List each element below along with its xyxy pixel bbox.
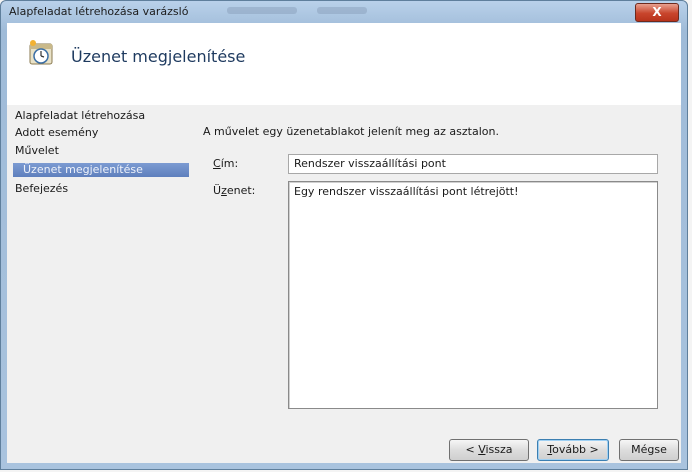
wizard-body: Alapfeladat létrehozása Adott esemény Mű… <box>7 105 681 463</box>
nav-step-display-message: Üzenet megjelenítése <box>13 163 189 177</box>
blurred-background-text <box>317 7 367 14</box>
cancel-button[interactable]: Mégse <box>619 439 679 461</box>
nav-step-finish: Befejezés <box>15 182 69 195</box>
next-button[interactable]: Tovább > <box>537 439 609 461</box>
title-bar[interactable]: Alapfeladat létrehozása varázsló X <box>1 1 687 23</box>
close-button[interactable]: X <box>635 3 679 22</box>
blurred-background-text <box>227 7 297 14</box>
close-icon: X <box>652 5 662 19</box>
message-textarea[interactable]: Egy rendszer visszaállítási pont létrejö… <box>288 181 658 409</box>
nav-step-action: Művelet <box>15 144 59 157</box>
title-input[interactable]: Rendszer visszaállítási pont <box>288 154 658 174</box>
back-button[interactable]: < Vissza <box>449 439 529 461</box>
wizard-window: Alapfeladat létrehozása varázsló X Üzene… <box>0 0 688 470</box>
wizard-header: Üzenet megjelenítése <box>7 23 681 106</box>
nav-step-trigger: Adott esemény <box>15 126 99 139</box>
title-label: Cím: <box>213 157 239 170</box>
message-label: Üzenet: <box>213 184 256 197</box>
window-title: Alapfeladat létrehozása varázsló <box>9 5 189 18</box>
page-title: Üzenet megjelenítése <box>71 47 246 66</box>
calendar-clock-icon <box>29 40 53 65</box>
nav-step-create-task: Alapfeladat létrehozása <box>15 109 146 122</box>
action-description: A művelet egy üzenetablakot jelenít meg … <box>203 125 499 138</box>
